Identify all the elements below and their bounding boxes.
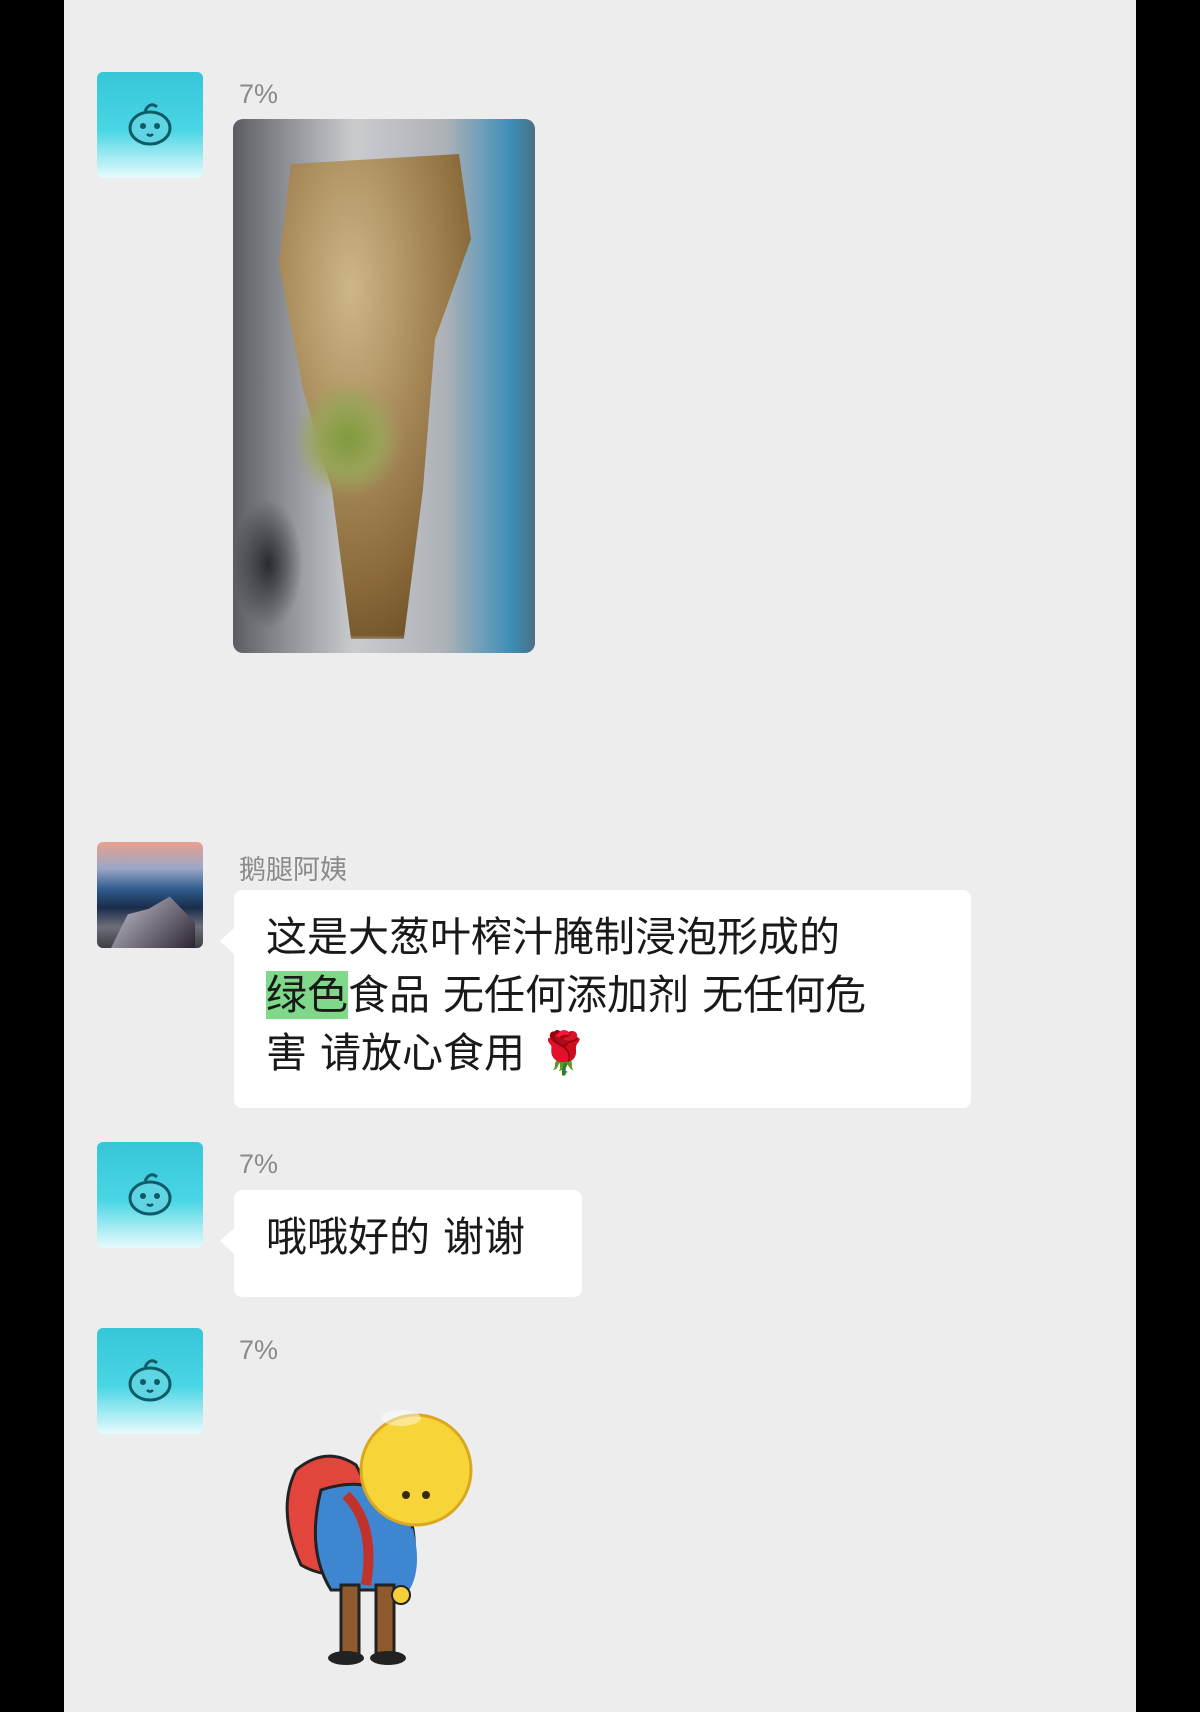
bowing-sticker[interactable] (276, 1410, 486, 1670)
bird-icon (128, 1359, 172, 1402)
bird-icon (128, 103, 172, 146)
image-message[interactable] (233, 119, 535, 653)
message-text: 哦哦好的 谢谢 (266, 1213, 526, 1261)
sender-avatar[interactable] (97, 1142, 203, 1248)
sender-name: 鹅腿阿姨 (239, 855, 347, 885)
sender-name: 7% (239, 79, 279, 109)
message-text: 这是大葱叶榨汁腌制浸泡形成的 (266, 913, 840, 961)
sender-name: 7% (239, 1149, 279, 1179)
sender-avatar[interactable] (97, 1328, 203, 1434)
chat-screen: 7% 鹅腿阿姨 这是大葱叶榨汁腌制浸泡形成的 绿色食品 无任何添加剂 无任何危 … (64, 0, 1136, 1712)
message-text: 害 请放心食用 (266, 1029, 539, 1077)
message-bubble[interactable]: 这是大葱叶榨汁腌制浸泡形成的 绿色食品 无任何添加剂 无任何危 害 请放心食用 … (220, 890, 971, 1108)
sender-avatar[interactable] (97, 842, 203, 948)
bird-icon (128, 1173, 172, 1216)
rose-emoji: 🌹 (538, 1029, 590, 1077)
message-bubble[interactable]: 哦哦好的 谢谢 (220, 1190, 582, 1297)
message-text: 食品 无任何添加剂 无任何危 (348, 971, 867, 1019)
sender-avatar[interactable] (97, 72, 203, 178)
sender-name: 7% (239, 1335, 279, 1365)
highlighted-text: 绿色 (266, 971, 348, 1019)
